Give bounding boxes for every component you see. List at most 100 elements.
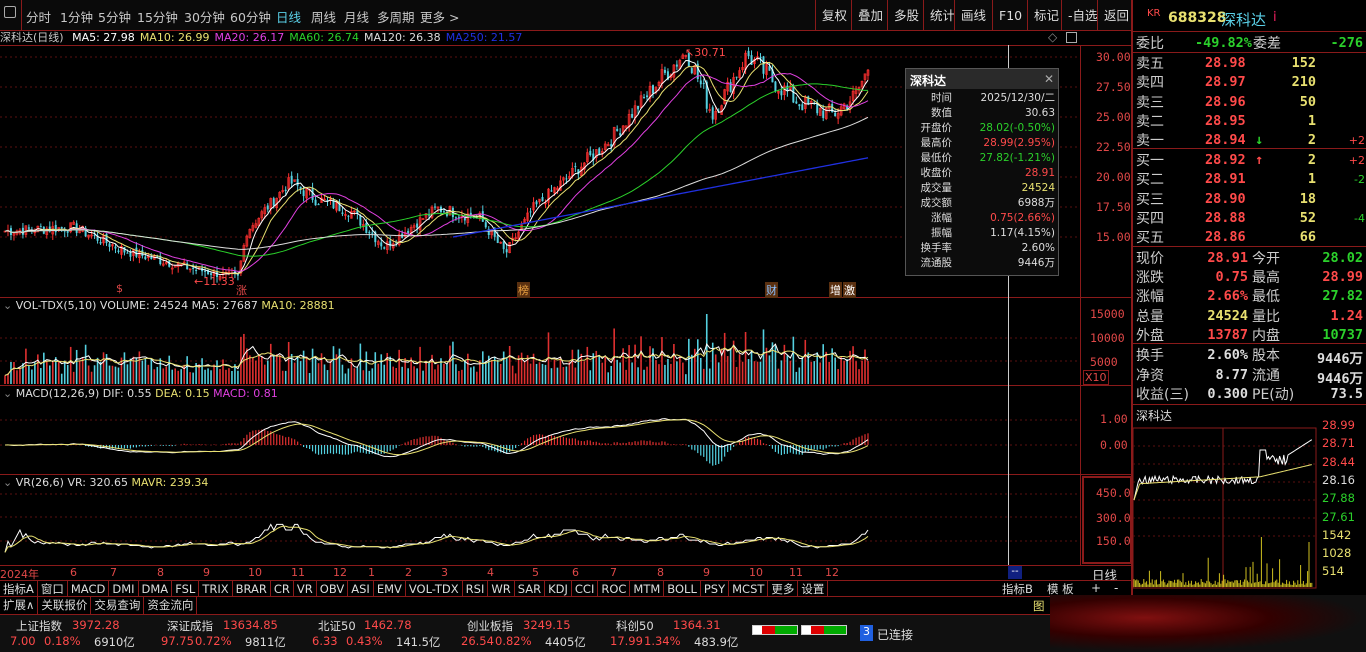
indicator-tab[interactable]: OBV — [317, 581, 349, 597]
indicator-tab[interactable]: MCST — [729, 581, 769, 597]
indicator-tab[interactable]: ASI — [348, 581, 374, 597]
indicator-tab[interactable]: CCI — [572, 581, 599, 597]
close-icon[interactable]: ✕ — [1044, 72, 1054, 86]
indicator-tab[interactable]: 窗口 — [38, 581, 68, 597]
extension-tab[interactable]: 关联报价 — [38, 597, 92, 614]
indicator-tab[interactable]: TRIX — [199, 581, 233, 597]
indicator-tab[interactable]: CR — [271, 581, 294, 597]
index-amount: 141.5亿 — [396, 635, 441, 649]
extension-tab[interactable]: 扩展∧ — [0, 597, 39, 614]
date-axis-label: 7 — [610, 566, 617, 579]
indicator-tab[interactable]: RSI — [463, 581, 489, 597]
indicator-tab[interactable]: KDJ — [545, 581, 572, 597]
indicator-tab[interactable]: SAR — [515, 581, 546, 597]
book-price[interactable]: 28.86 — [1205, 229, 1246, 245]
connection-status[interactable]: 已连接 — [877, 626, 913, 643]
toolbar-button[interactable]: 返回 — [1097, 0, 1135, 31]
candle — [21, 227, 24, 235]
candle — [66, 231, 69, 233]
event-marker[interactable]: 增 — [829, 282, 842, 298]
indicator-tab[interactable]: 设置 — [798, 581, 829, 597]
date-axis-label: 12 — [333, 566, 347, 579]
collapse-icon[interactable]: ⌄ — [3, 387, 12, 400]
book-change: +2 — [1348, 154, 1365, 167]
indicator-tab[interactable]: BOLL — [664, 581, 701, 597]
stat-label: 收益(三) — [1136, 387, 1189, 403]
indicator-tab[interactable]: BRAR — [233, 581, 271, 597]
indicator-b-tab[interactable]: 指标B — [1002, 581, 1033, 597]
info-icon[interactable]: i — [1273, 10, 1277, 25]
indicator-tab[interactable]: VOL-TDX — [406, 581, 463, 597]
candle — [141, 250, 144, 257]
extension-tab[interactable]: 交易查询 — [91, 597, 145, 614]
stat-value: 0.75 — [1215, 269, 1248, 286]
indicator-tab[interactable]: EMV — [374, 581, 406, 597]
book-price[interactable]: 28.94 — [1205, 132, 1246, 148]
candle — [135, 247, 138, 257]
indicator-tab[interactable]: MTM — [630, 581, 665, 597]
indicator-tab[interactable]: WR — [488, 581, 515, 597]
event-marker[interactable]: 榜 — [517, 282, 530, 298]
vol-unit: X10 — [1083, 370, 1109, 385]
indicator-tab[interactable]: PSY — [701, 581, 730, 597]
book-price[interactable]: 28.88 — [1205, 210, 1246, 226]
index-amount: 483.9亿 — [694, 635, 739, 649]
book-price[interactable]: 28.96 — [1205, 94, 1246, 110]
date-axis-label: 1 — [368, 566, 375, 579]
candle — [822, 110, 825, 118]
stat-value: 9446万 — [1316, 370, 1363, 387]
macd-axis-label: 1.00 — [1100, 412, 1128, 426]
book-price[interactable]: 28.90 — [1205, 191, 1246, 207]
candle — [99, 241, 102, 244]
stat-value: 2.66% — [1207, 288, 1248, 305]
blurred-region — [1050, 595, 1366, 652]
candle — [60, 226, 63, 229]
intraday-chart[interactable] — [1133, 420, 1366, 590]
index-name[interactable]: 上证指数 — [16, 618, 62, 634]
collapse-icon[interactable]: ⌄ — [3, 299, 12, 312]
event-marker[interactable]: 涨 — [236, 282, 247, 298]
candle — [129, 251, 132, 257]
candle — [616, 128, 619, 132]
weibi-label: 委比 — [1136, 36, 1164, 52]
indicator-tab[interactable]: FSL — [172, 581, 200, 597]
book-price[interactable]: 28.91 — [1205, 171, 1246, 187]
vol-axis-label: 15000 — [1090, 307, 1125, 321]
index-name[interactable]: 科创50 — [616, 618, 654, 634]
chart-tab[interactable]: 图 — [1033, 598, 1045, 614]
book-level-label: 买一 — [1136, 153, 1164, 169]
tooltip-value: 9446万 — [1017, 257, 1055, 269]
index-name[interactable]: 创业板指 — [467, 618, 513, 634]
stock-name: 深科达 — [1221, 11, 1267, 29]
indicator-tab[interactable]: 更多 — [768, 581, 799, 597]
indicator-tab[interactable]: 指标A — [0, 581, 38, 597]
event-marker[interactable]: $ — [116, 282, 123, 295]
index-percent: 0.82% — [495, 634, 532, 648]
candle — [598, 148, 601, 155]
book-price[interactable]: 28.98 — [1205, 55, 1246, 71]
zoom-out-button[interactable]: - — [1114, 581, 1118, 595]
book-price[interactable]: 28.97 — [1205, 74, 1246, 90]
indicator-tab[interactable]: ROC — [598, 581, 631, 597]
book-price[interactable]: 28.92 — [1205, 152, 1246, 168]
index-name[interactable]: 北证50 — [318, 618, 356, 634]
candle — [368, 231, 371, 234]
arrow-down-icon: ↓ — [1255, 132, 1264, 149]
candle — [105, 233, 108, 244]
event-marker[interactable]: 激 — [843, 282, 856, 298]
indicator-tab[interactable]: VR — [294, 581, 317, 597]
candle — [144, 256, 147, 260]
tooltip-value: 30.63 — [1024, 107, 1055, 119]
index-name[interactable]: 深证成指 — [167, 618, 213, 634]
event-marker[interactable]: 财 — [765, 282, 778, 298]
extension-tab[interactable]: 资金流向 — [144, 597, 198, 614]
book-price[interactable]: 28.95 — [1205, 113, 1246, 129]
collapse-icon[interactable]: ⌄ — [3, 476, 12, 489]
indicator-tab[interactable]: DMA — [139, 581, 173, 597]
indicator-tab[interactable]: DMI — [109, 581, 139, 597]
zoom-in-button[interactable]: + — [1091, 581, 1101, 595]
book-level-label: 买二 — [1136, 172, 1164, 189]
indicator-tab[interactable]: MACD — [68, 581, 110, 597]
candle — [314, 199, 317, 206]
candle — [502, 241, 505, 250]
